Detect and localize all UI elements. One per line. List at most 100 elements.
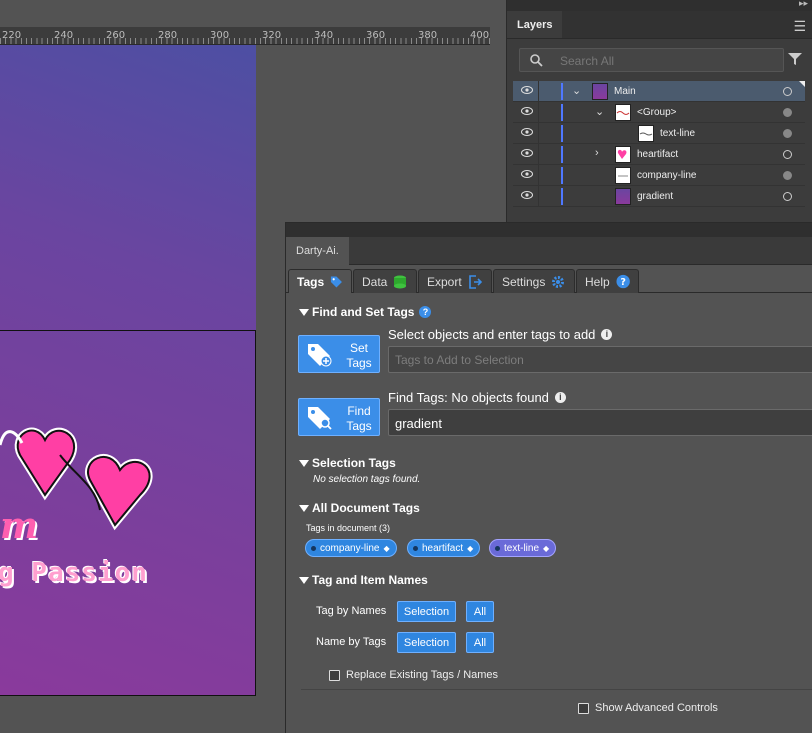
tab-label: Help (585, 274, 610, 289)
layer-row-company-line[interactable]: company-line (513, 165, 805, 186)
visibility-eye-icon[interactable] (521, 191, 533, 199)
export-icon (468, 274, 482, 289)
layer-color-bar (561, 83, 563, 100)
section-tag-item-names[interactable]: Tag and Item Names (299, 573, 428, 587)
visibility-eye-icon[interactable] (521, 107, 533, 115)
chevron-down-icon[interactable]: ⌄ (595, 105, 604, 118)
layer-target-circle[interactable] (783, 150, 792, 159)
layer-target-circle[interactable] (783, 192, 792, 201)
panel-menu-icon[interactable]: ☰ (793, 18, 806, 35)
tab-export[interactable]: Export (418, 269, 492, 293)
layer-target-circle[interactable] (783, 87, 792, 96)
layer-name[interactable]: gradient (637, 191, 673, 202)
layer-name[interactable]: <Group> (637, 107, 676, 118)
visibility-eye-icon[interactable] (521, 149, 533, 157)
section-title: Tag and Item Names (312, 573, 428, 587)
tab-settings[interactable]: Settings (493, 269, 575, 293)
replace-existing-checkbox[interactable] (329, 669, 340, 681)
horizontal-ruler[interactable]: 220 240 260 280 300 320 340 360 380 400 (0, 27, 490, 45)
layer-target-circle[interactable] (783, 108, 792, 117)
tag-chip-label: company-line (320, 542, 380, 554)
layer-target-circle[interactable] (783, 171, 792, 180)
tag-icon: ◆ (543, 543, 550, 553)
artwork-script-text: m (0, 505, 39, 547)
document-tag-count: Tags in document (3) (306, 523, 391, 533)
tag-icon: ◆ (467, 543, 474, 553)
show-advanced-checkbox[interactable] (578, 702, 589, 714)
set-tags-button[interactable]: Set Tags (298, 335, 380, 373)
tag-chip-text-line[interactable]: text-line ◆ (489, 539, 557, 557)
panel-title-tab[interactable]: Darty-Ai. (286, 237, 349, 265)
find-tags-button[interactable]: Find Tags (298, 398, 380, 436)
find-tags-prompt: Find Tags: No objects found i (388, 390, 566, 405)
layer-name[interactable]: text-line (660, 128, 695, 139)
tab-label: Export (427, 274, 462, 289)
visibility-eye-icon[interactable] (521, 86, 533, 94)
layer-name[interactable]: Main (614, 86, 636, 97)
layer-name[interactable]: company-line (637, 170, 696, 181)
column-divider (538, 186, 539, 206)
canvas-topbar (0, 0, 505, 27)
layer-row-main[interactable]: ⌄ Main (513, 81, 805, 102)
tag-icon (331, 275, 343, 288)
set-tags-prompt: Select objects and enter tags to add i (388, 327, 613, 342)
svg-text:?: ? (620, 277, 626, 288)
info-icon[interactable]: i (601, 329, 613, 340)
layers-search-input[interactable]: Search All (519, 48, 784, 72)
replace-existing-checkbox-row[interactable]: Replace Existing Tags / Names (329, 669, 498, 681)
layer-row-group[interactable]: ⌄ <Group> (513, 102, 805, 123)
layer-thumbnail (615, 146, 631, 163)
tag-by-names-selection-button[interactable]: Selection (397, 601, 456, 622)
section-divider (301, 689, 812, 690)
filter-icon[interactable] (788, 52, 802, 66)
panel-tabbar: Tags Data Export Settings Help ? (286, 267, 812, 293)
visibility-eye-icon[interactable] (521, 170, 533, 178)
artwork-tagline: g Passion (0, 558, 148, 588)
label-text: Select objects and enter tags to add (388, 327, 596, 342)
section-find-set-tags[interactable]: Find and Set Tags ? (299, 305, 432, 319)
layer-row-gradient[interactable]: gradient (513, 186, 805, 207)
name-by-tags-selection-button[interactable]: Selection (397, 632, 456, 653)
visibility-eye-icon[interactable] (521, 128, 533, 136)
tags-to-add-input[interactable]: Tags to Add to Selection (388, 346, 812, 373)
chevron-right-icon[interactable]: › (595, 147, 599, 159)
layers-header: Layers ☰ (507, 11, 812, 39)
tag-chip-heartifact[interactable]: heartifact ◆ (407, 539, 481, 557)
layer-name[interactable]: heartifact (637, 149, 678, 160)
layer-row-text-line[interactable]: text-line (513, 123, 805, 144)
collapse-triangle-icon (299, 308, 309, 316)
find-tags-input[interactable]: gradient (388, 409, 812, 436)
tab-help[interactable]: Help ? (576, 269, 639, 293)
layer-thumbnail (592, 83, 608, 100)
layers-topstrip: ▸▸ (507, 0, 812, 11)
name-by-tags-all-button[interactable]: All (466, 632, 494, 653)
database-icon (394, 275, 407, 288)
tab-tags[interactable]: Tags (288, 269, 352, 293)
tab-data[interactable]: Data (353, 269, 417, 293)
info-icon[interactable]: i (554, 392, 566, 403)
section-all-document-tags[interactable]: All Document Tags (299, 501, 420, 515)
tab-layers[interactable]: Layers (507, 11, 563, 38)
search-icon (530, 54, 543, 67)
collapse-icon[interactable]: ▸▸ (799, 0, 808, 9)
layer-color-bar (561, 188, 563, 205)
checkbox-label: Show Advanced Controls (595, 702, 718, 714)
name-by-tags-label: Name by Tags (316, 636, 387, 648)
layer-row-heartifact[interactable]: › heartifact (513, 144, 805, 165)
tag-chip-company-line[interactable]: company-line ◆ (305, 539, 397, 557)
tag-by-names-all-button[interactable]: All (466, 601, 494, 622)
label-text: Find Tags: No objects found (388, 390, 549, 405)
help-icon[interactable]: ? (419, 306, 432, 318)
selection-corner-icon (799, 81, 805, 87)
show-advanced-checkbox-row[interactable]: Show Advanced Controls (578, 702, 718, 714)
tab-label: Data (362, 274, 388, 289)
tab-label: Tags (297, 274, 325, 289)
section-selection-tags[interactable]: Selection Tags (299, 456, 396, 470)
gear-icon (552, 275, 565, 288)
search-placeholder: Search All (560, 54, 615, 68)
layer-target-circle[interactable] (783, 129, 792, 138)
column-divider (538, 123, 539, 143)
button-label: Tags (346, 419, 372, 433)
chevron-down-icon[interactable]: ⌄ (572, 84, 581, 97)
checkbox-label: Replace Existing Tags / Names (346, 669, 499, 681)
